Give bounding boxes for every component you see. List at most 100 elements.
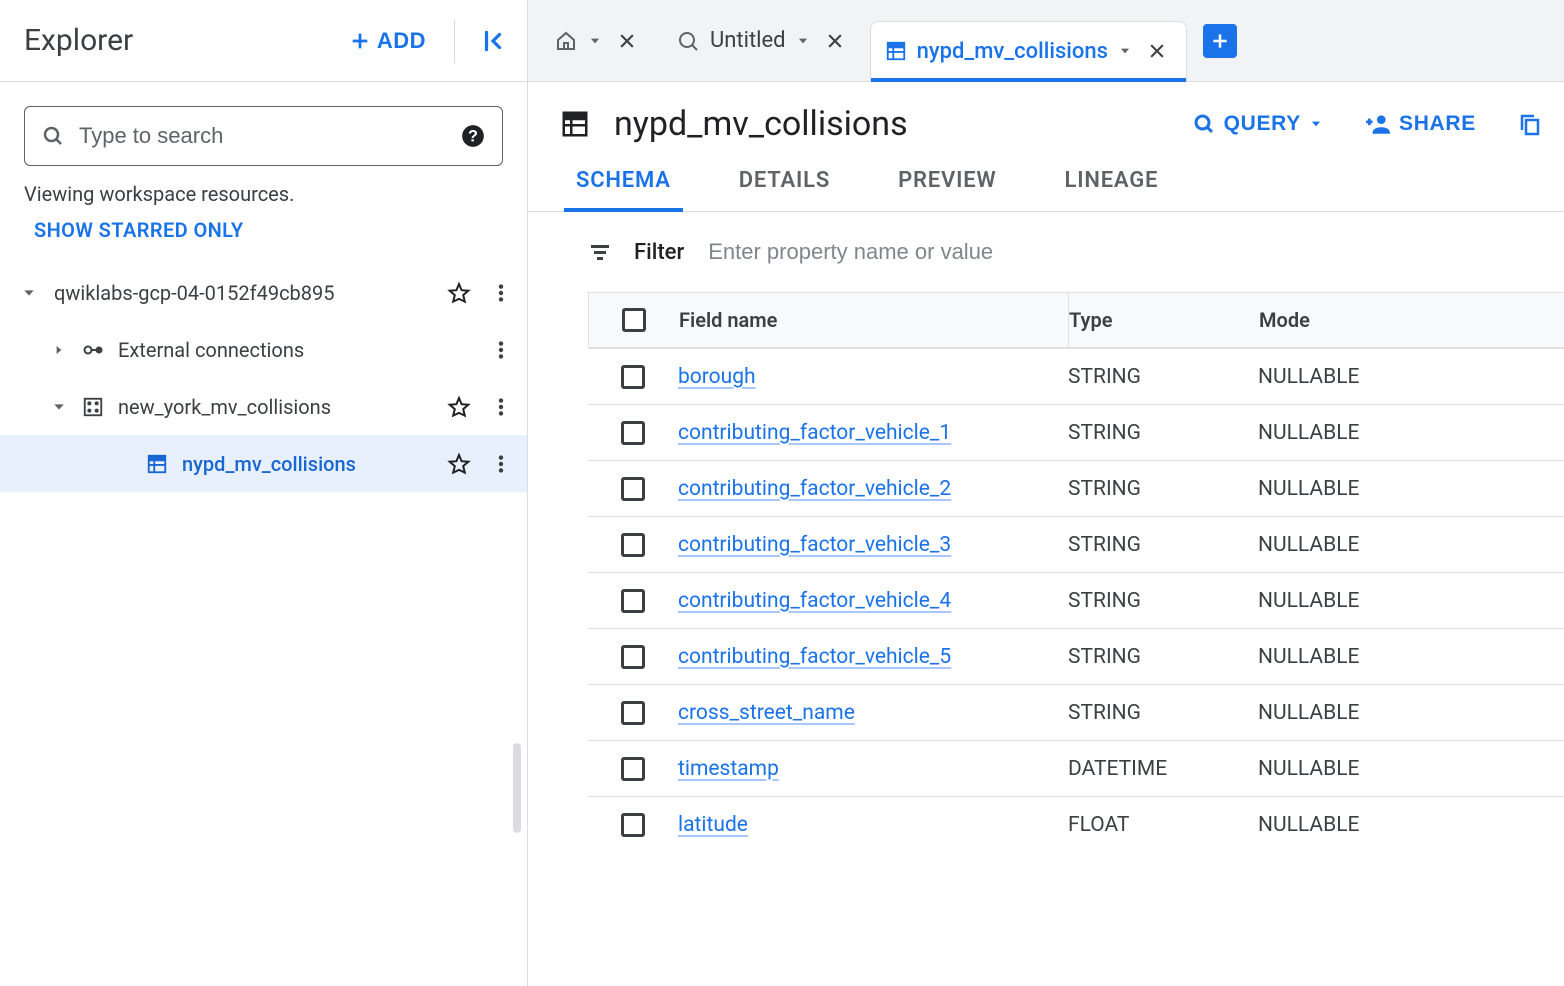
- triangle-down-icon[interactable]: [44, 392, 74, 422]
- triangle-down-icon[interactable]: [14, 278, 44, 308]
- close-icon[interactable]: [820, 26, 850, 56]
- tab-active-indicator: [871, 78, 1186, 82]
- tab-active[interactable]: nypd_mv_collisions: [870, 21, 1187, 81]
- schema-row: contributing_factor_vehicle_4 STRING NUL…: [588, 572, 1564, 628]
- field-name-cell: cross_street_name: [678, 701, 1068, 725]
- subtab-lineage[interactable]: LINEAGE: [1061, 154, 1163, 211]
- row-checkbox[interactable]: [621, 645, 645, 669]
- collapse-left-icon: [480, 28, 506, 54]
- chevron-down-icon[interactable]: [796, 34, 810, 48]
- field-link[interactable]: timestamp: [678, 757, 779, 781]
- more-button[interactable]: [483, 332, 519, 368]
- field-mode-cell: NULLABLE: [1258, 645, 1438, 669]
- new-tab-button[interactable]: [1203, 24, 1237, 58]
- tab-untitled[interactable]: Untitled: [662, 11, 864, 71]
- col-header-field[interactable]: Field name: [679, 293, 1069, 347]
- tree-table-row[interactable]: nypd_mv_collisions: [0, 435, 527, 492]
- select-all-checkbox[interactable]: [622, 308, 646, 332]
- add-button-label: ADD: [377, 28, 426, 54]
- subtab-details[interactable]: DETAILS: [735, 154, 834, 211]
- filter-icon: [588, 240, 612, 264]
- tree-external-row[interactable]: External connections: [0, 321, 527, 378]
- document-tabbar: Untitled nypd_mv_collisions: [528, 0, 1564, 82]
- title-bar: nypd_mv_collisions QUERY SHARE: [528, 82, 1564, 152]
- chevron-down-icon: [1309, 117, 1323, 131]
- field-link[interactable]: contributing_factor_vehicle_3: [678, 533, 951, 557]
- row-check-cell: [588, 701, 678, 725]
- close-icon[interactable]: [612, 26, 642, 56]
- subtab-preview[interactable]: PREVIEW: [894, 154, 1000, 211]
- home-icon: [554, 29, 578, 53]
- star-button[interactable]: [441, 275, 477, 311]
- table-icon: [885, 40, 907, 62]
- tree-dataset-row[interactable]: new_york_mv_collisions: [0, 378, 527, 435]
- title-actions: QUERY SHARE: [1186, 106, 1548, 142]
- field-link[interactable]: contributing_factor_vehicle_1: [678, 421, 951, 445]
- collapse-sidebar-button[interactable]: [469, 17, 517, 65]
- more-button[interactable]: [483, 446, 519, 482]
- show-starred-button[interactable]: SHOW STARRED ONLY: [0, 212, 527, 260]
- tab-active-label: nypd_mv_collisions: [917, 39, 1108, 64]
- main-panel: Untitled nypd_mv_collisions nypd_mv_coll…: [528, 0, 1564, 986]
- field-mode-cell: NULLABLE: [1258, 365, 1438, 389]
- add-button[interactable]: ADD: [335, 20, 440, 62]
- help-icon[interactable]: ?: [460, 123, 486, 149]
- row-checkbox[interactable]: [621, 589, 645, 613]
- query-icon: [676, 29, 700, 53]
- field-name-cell: timestamp: [678, 757, 1068, 781]
- query-button[interactable]: QUERY: [1186, 111, 1329, 137]
- row-checkbox[interactable]: [621, 365, 645, 389]
- row-checkbox[interactable]: [621, 757, 645, 781]
- field-link[interactable]: latitude: [678, 813, 748, 837]
- row-check-cell: [588, 477, 678, 501]
- row-checkbox[interactable]: [621, 813, 645, 837]
- tab-home[interactable]: [540, 11, 656, 71]
- search-wrap: ?: [0, 82, 527, 178]
- field-type-cell: FLOAT: [1068, 813, 1258, 837]
- schema-row: contributing_factor_vehicle_1 STRING NUL…: [588, 404, 1564, 460]
- field-link[interactable]: cross_street_name: [678, 701, 855, 725]
- close-icon[interactable]: [1142, 36, 1172, 66]
- more-button[interactable]: [483, 389, 519, 425]
- schema-table: Field name Type Mode borough STRING NULL…: [588, 292, 1564, 852]
- search-icon: [1192, 112, 1216, 136]
- schema-row: contributing_factor_vehicle_3 STRING NUL…: [588, 516, 1564, 572]
- share-button[interactable]: SHARE: [1359, 110, 1482, 138]
- chevron-down-icon[interactable]: [588, 34, 602, 48]
- select-all-cell: [589, 308, 679, 332]
- col-header-mode[interactable]: Mode: [1259, 308, 1439, 332]
- star-button[interactable]: [441, 389, 477, 425]
- field-type-cell: DATETIME: [1068, 757, 1258, 781]
- schema-row: borough STRING NULLABLE: [588, 348, 1564, 404]
- col-header-type[interactable]: Type: [1069, 308, 1259, 332]
- row-checkbox[interactable]: [621, 477, 645, 501]
- field-link[interactable]: borough: [678, 365, 756, 389]
- search-input[interactable]: [77, 122, 448, 150]
- more-button[interactable]: [483, 275, 519, 311]
- field-link[interactable]: contributing_factor_vehicle_5: [678, 645, 951, 669]
- schema-row: timestamp DATETIME NULLABLE: [588, 740, 1564, 796]
- copy-button[interactable]: [1512, 106, 1548, 142]
- row-actions: [441, 446, 519, 482]
- tree-dataset-label: new_york_mv_collisions: [112, 395, 437, 419]
- svg-text:?: ?: [468, 127, 478, 145]
- triangle-right-icon[interactable]: [44, 335, 74, 365]
- subtab-schema[interactable]: SCHEMA: [572, 154, 675, 211]
- field-name-cell: contributing_factor_vehicle_2: [678, 477, 1068, 501]
- field-type-cell: STRING: [1068, 421, 1258, 445]
- row-check-cell: [588, 645, 678, 669]
- filter-input[interactable]: [706, 238, 1548, 266]
- row-checkbox[interactable]: [621, 701, 645, 725]
- chevron-down-icon[interactable]: [1118, 44, 1132, 58]
- scrollbar[interactable]: [513, 743, 521, 833]
- query-button-label: QUERY: [1224, 112, 1301, 136]
- row-checkbox[interactable]: [621, 533, 645, 557]
- row-actions: [441, 275, 519, 311]
- search-box[interactable]: ?: [24, 106, 503, 166]
- field-link[interactable]: contributing_factor_vehicle_2: [678, 477, 951, 501]
- tree-project-row[interactable]: qwiklabs-gcp-04-0152f49cb895: [0, 264, 527, 321]
- field-link[interactable]: contributing_factor_vehicle_4: [678, 589, 951, 613]
- field-mode-cell: NULLABLE: [1258, 477, 1438, 501]
- row-checkbox[interactable]: [621, 421, 645, 445]
- star-button[interactable]: [441, 446, 477, 482]
